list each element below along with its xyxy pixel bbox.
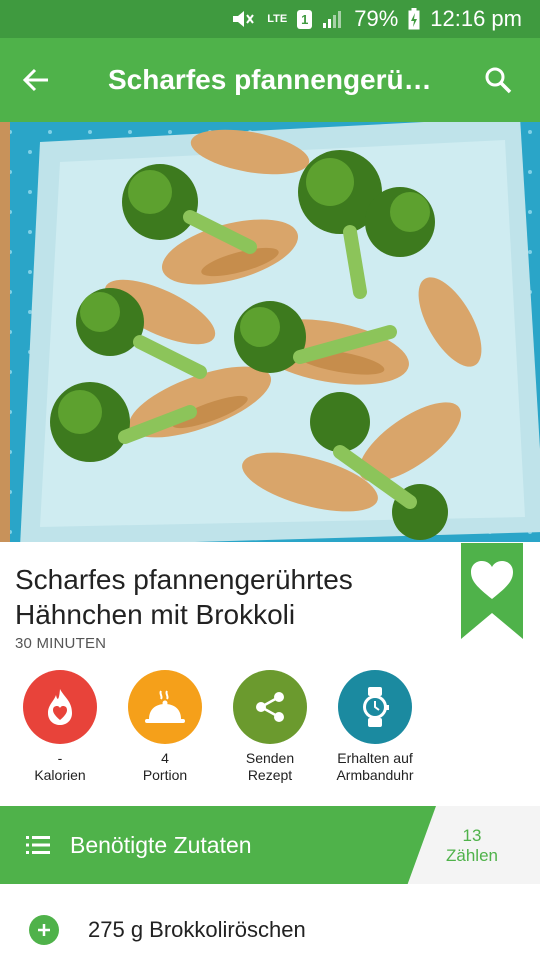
calories-value: - — [57, 750, 63, 766]
back-arrow-icon — [22, 68, 48, 92]
sim-indicator: 1 — [297, 9, 313, 29]
cloche-icon — [128, 670, 202, 744]
battery-icon — [408, 8, 420, 30]
signal-icon — [322, 9, 344, 29]
actions-row: - Kalorien 4 Portion Senden Rezept Erhal… — [0, 670, 540, 790]
portion-value: 4 — [161, 750, 169, 766]
ingredients-count: 13 Zählen — [430, 826, 514, 866]
calories-action[interactable]: - Kalorien — [8, 670, 112, 784]
watch-action[interactable]: Erhalten auf Armbanduhr — [323, 670, 427, 784]
page-title: Scharfes pfannengerü… — [108, 64, 432, 95]
watch-label-line1: Erhalten auf — [337, 750, 413, 766]
list-icon — [26, 834, 52, 856]
watch-icon — [338, 670, 412, 744]
flame-heart-icon — [23, 670, 97, 744]
share-icon — [233, 670, 307, 744]
ingredients-toggle[interactable]: Benötigte Zutaten — [0, 806, 436, 884]
ingredient-item: 275 g Brokkoliröschen — [0, 900, 540, 960]
recipe-time: 30 MINUTEN — [15, 635, 107, 652]
mute-icon — [231, 9, 257, 29]
lte-indicator: LTE — [267, 13, 288, 25]
search-button[interactable] — [478, 60, 518, 100]
portion-label: Portion — [142, 767, 188, 783]
status-bar: LTE 1 79% 12:16 pm — [0, 0, 540, 38]
watch-label-line2: Armbanduhr — [336, 767, 414, 783]
plus-icon — [38, 924, 50, 936]
back-button[interactable] — [0, 38, 72, 122]
search-icon — [485, 67, 512, 94]
calories-label: Kalorien — [34, 767, 86, 783]
send-recipe-label-line2: Rezept — [247, 767, 293, 783]
app-bar: Scharfes pfannengerü… — [0, 38, 540, 122]
recipe-title-line1: Scharfes pfannengerührtes — [15, 564, 353, 595]
send-recipe-action[interactable]: Senden Rezept — [218, 670, 322, 784]
recipe-photo — [0, 122, 540, 542]
portion-action[interactable]: 4 Portion — [113, 670, 217, 784]
ingredients-count-label: Zählen — [446, 846, 498, 865]
recipe-title-line2: Hähnchen mit Brokkoli — [15, 599, 296, 630]
recipe-title: Scharfes pfannengerührtes Hähnchen mit B… — [15, 562, 435, 632]
battery-percent: 79% — [354, 6, 399, 31]
ingredient-text: 275 g Brokkoliröschen — [88, 917, 306, 942]
favorite-button[interactable] — [461, 543, 523, 639]
send-recipe-label-line1: Senden — [245, 750, 295, 766]
ingredients-heading: Benötigte Zutaten — [70, 831, 252, 858]
ingredients-header: Benötigte Zutaten 13 Zählen — [0, 806, 540, 884]
add-ingredient-button[interactable] — [29, 915, 59, 945]
clock: 12:16 pm — [430, 6, 522, 31]
ingredients-count-value: 13 — [462, 826, 482, 845]
